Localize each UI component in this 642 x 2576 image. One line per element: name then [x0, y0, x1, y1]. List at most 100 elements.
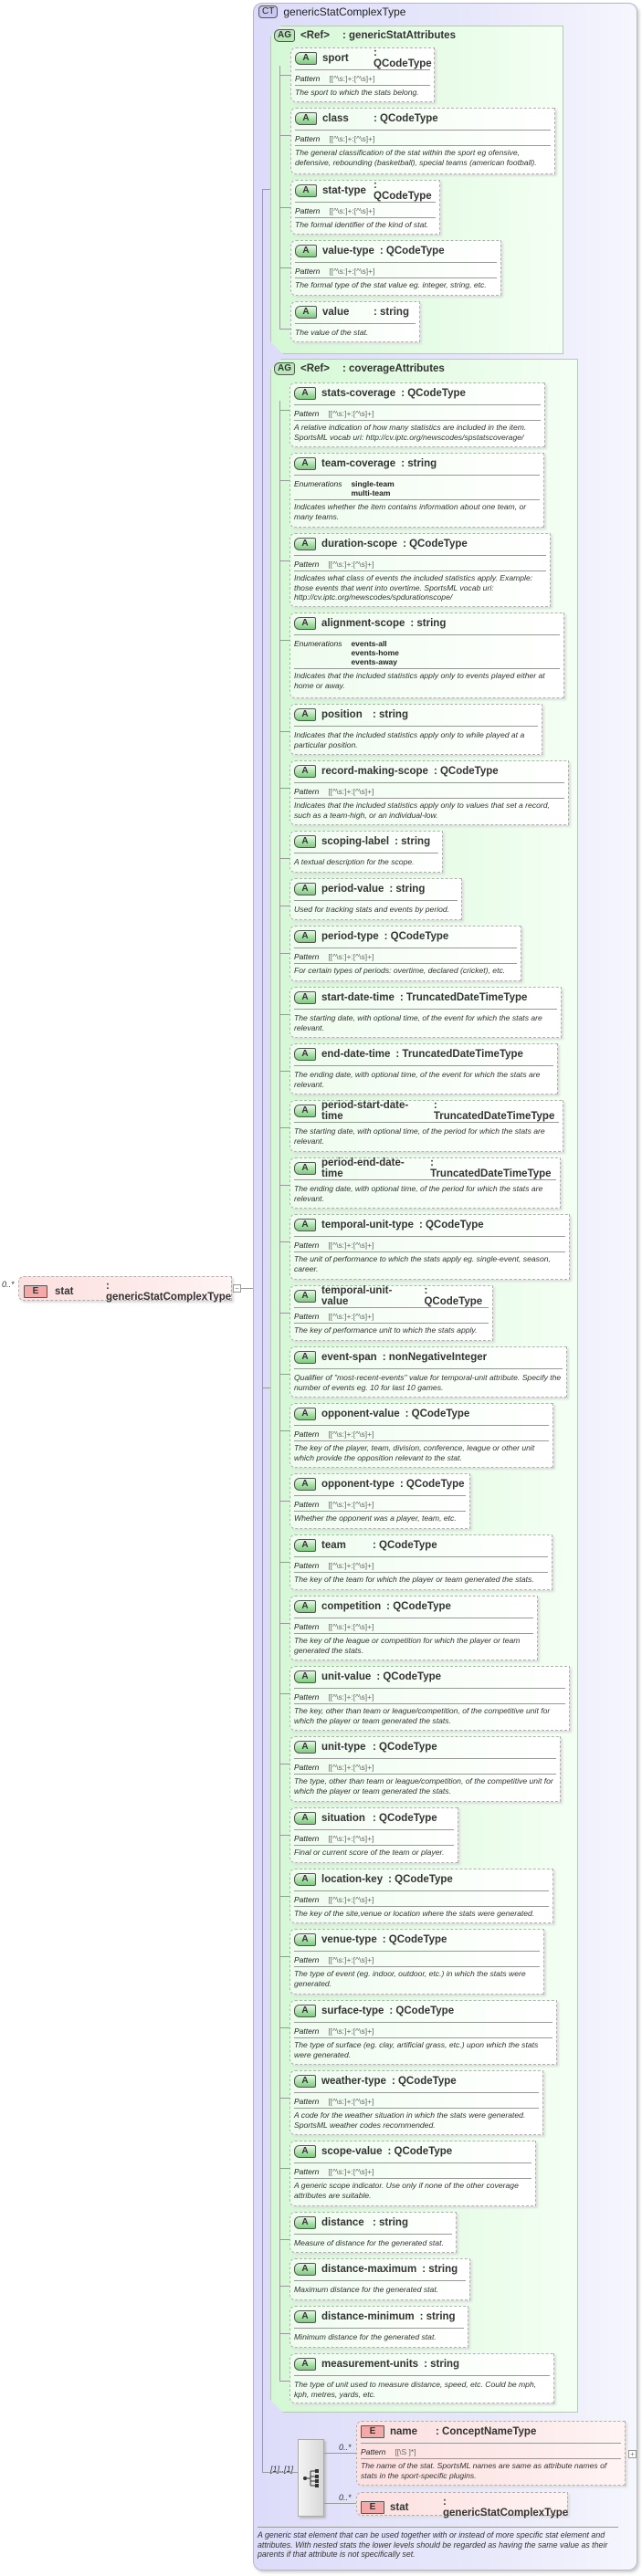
attribute-name: team [321, 1540, 346, 1551]
attribute-opponent-value[interactable]: Aopponent-value: QCodeType Pattern [[^\s:]… [289, 1403, 553, 1468]
attribute-header: Alocation-key: QCodeType [294, 1872, 549, 1891]
complex-type-header: CT genericStatComplexType [258, 5, 405, 18]
pattern-value: [[^\s:]+:[^\s]+] [329, 267, 375, 276]
attribute-header: Arecord-making-scope: QCodeType [294, 764, 564, 783]
attribute-temporal-unit-type[interactable]: Atemporal-unit-type: QCodeType Pattern [[^… [289, 1214, 570, 1280]
attribute-group-badge-icon: AG [274, 29, 295, 42]
attribute-surface-type[interactable]: Asurface-type: QCodeType Pattern [[^\s:]+:… [289, 2000, 557, 2065]
attribute-name: alignment-scope [321, 618, 405, 629]
pattern-label: Pattern [361, 2447, 386, 2456]
attribute-alignment-scope[interactable]: Aalignment-scope: string Enumerations even… [289, 613, 564, 698]
attribute-opponent-type[interactable]: Aopponent-type: QCodeType Pattern [[^\s:]+… [289, 1473, 470, 1529]
attribute-sport[interactable]: Asport: QCodeType Pattern [[^\s:]+:[^\s]+]… [290, 47, 435, 102]
attribute-header: Aperiod-value: string [294, 882, 458, 901]
pattern-label: Pattern [294, 2026, 320, 2036]
attribute-distance-maximum[interactable]: Adistance-maximum: string Maximum distanc… [289, 2258, 470, 2300]
connector-tick [279, 2239, 289, 2240]
attribute-position[interactable]: Aposition: string Indicates that the incl… [289, 704, 542, 755]
attribute-type: : TruncatedDateTimeType [430, 1157, 552, 1179]
attribute-team-coverage[interactable]: Ateam-coverage: string Enumerations single… [289, 453, 544, 528]
attribute-type: : string [374, 307, 409, 318]
attribute-name: team-coverage [321, 458, 396, 469]
attribute-weather-type[interactable]: Aweather-type: QCodeType Pattern [[^\s:]+:… [289, 2070, 543, 2135]
attribute-period-type[interactable]: Aperiod-type: QCodeType Pattern [[^\s:]+:[… [289, 926, 521, 981]
attribute-badge-icon: A [294, 538, 316, 550]
attribute-duration-scope[interactable]: Aduration-scope: QCodeType Pattern [[^\s:]… [289, 533, 551, 607]
attribute-type: : QCodeType [387, 2146, 453, 2157]
pattern-label: Pattern [294, 409, 320, 418]
attribute-period-end-date-time[interactable]: Aperiod-end-date-time: TruncatedDateTime… [289, 1157, 561, 1209]
child-element-name[interactable]: E name : ConceptNameType Pattern [[\S ]*]… [356, 2421, 626, 2486]
complex-type-description: A generic stat element that can be used … [258, 2527, 618, 2560]
attribute-header: Ateam-coverage: string [294, 456, 540, 476]
attribute-type: : string [419, 2311, 456, 2322]
connector-tick [279, 329, 290, 330]
attribute-header: Aopponent-value: QCodeType [294, 1407, 549, 1426]
attribute-name: event-span [321, 1352, 377, 1363]
attribute-scoping-label[interactable]: Ascoping-label: string A textual descript… [289, 831, 443, 873]
sequence-compositor[interactable] [298, 2439, 324, 2517]
attribute-header: Astart-date-time: TruncatedDateTimeType [294, 990, 557, 1010]
attribute-description: Measure of distance for the generated st… [294, 2238, 444, 2247]
attribute-unit-type[interactable]: Aunit-type: QCodeType Pattern [[^\s:]+:[^\… [289, 1736, 561, 1802]
enumerations-label: Enumerations [294, 639, 342, 648]
pattern-label: Pattern [294, 2167, 320, 2176]
attribute-stats-coverage[interactable]: Astats-coverage: QCodeType Pattern [[^\s:]… [289, 382, 545, 447]
pattern-row: Pattern [[^\s:]+:[^\s]+] [294, 1761, 556, 1775]
attribute-temporal-unit-value[interactable]: Atemporal-unit-value: QCodeType Pattern [[… [289, 1285, 493, 1341]
attribute-event-span[interactable]: Aevent-span: nonNegativeInteger Qualifier… [289, 1346, 567, 1398]
attribute-end-date-time[interactable]: Aend-date-time: TruncatedDateTimeType The… [289, 1043, 558, 1094]
connector-tick [279, 1956, 289, 1957]
attribute-venue-type[interactable]: Avenue-type: QCodeType Pattern [[^\s:]+:[^… [289, 1929, 544, 1995]
attribute-period-value[interactable]: Aperiod-value: string Used for tracking s… [289, 878, 462, 920]
enumeration-value: events-all [351, 639, 387, 648]
attribute-type: : QCodeType [384, 931, 449, 942]
attribute-measurement-units[interactable]: Ameasurement-units: string The type of un… [289, 2353, 554, 2403]
outer-stat-element[interactable]: E stat : genericStatComplexType [18, 1276, 232, 1303]
attribute-competition[interactable]: Acompetition: QCodeType Pattern [[^\s:]+:[… [289, 1596, 538, 1660]
attribute-distance[interactable]: Adistance: string Measure of distance for… [289, 2212, 457, 2253]
attribute-scope-value[interactable]: Ascope-value: QCodeType Pattern [[^\s:]+:[… [289, 2141, 536, 2206]
attribute-description: Indicates that the included statistics a… [294, 730, 525, 749]
attribute-start-date-time[interactable]: Astart-date-time: TruncatedDateTimeType T… [289, 987, 562, 1038]
attribute-period-start-date-time[interactable]: Aperiod-start-date-time: TruncatedDateTi… [289, 1100, 563, 1152]
attribute-situation[interactable]: Asituation: QCodeType Pattern [[^\s:]+:[^\… [289, 1807, 458, 1863]
pattern-label: Pattern [294, 1429, 320, 1439]
attribute-value[interactable]: Avalue: string The value of the stat. [290, 301, 420, 342]
attribute-description: The key of the site,venue or location wh… [294, 1909, 535, 1918]
attribute-distance-minimum[interactable]: Adistance-minimum: string Minimum distanc… [289, 2306, 468, 2348]
attribute-badge-icon: A [294, 1105, 316, 1117]
pattern-value: [[\S ]*] [395, 2447, 416, 2456]
attribute-team[interactable]: Ateam: QCodeType Pattern [[^\s:]+:[^\s]+] T… [289, 1534, 553, 1590]
attribute-header: Avalue: string [295, 305, 416, 324]
attribute-type: : QCodeType [374, 180, 432, 202]
attribute-unit-value[interactable]: Aunit-value: QCodeType Pattern [[^\s:]+:[^… [289, 1666, 570, 1731]
outer-element-cardinality: 0..* [2, 1280, 15, 1289]
connector-tick [279, 788, 289, 789]
attribute-record-making-scope[interactable]: Arecord-making-scope: QCodeType Pattern [[… [289, 760, 569, 825]
element-badge-icon: E [361, 2501, 384, 2514]
attribute-header: Avenue-type: QCodeType [294, 1932, 540, 1952]
attribute-description: The key of the player, team, division, c… [294, 1443, 535, 1462]
attribute-value-type[interactable]: Avalue-type: QCodeType Pattern [[^\s:]+:[^… [290, 240, 501, 296]
attribute-description: Minimum distance for the generated stat. [294, 2332, 437, 2341]
pattern-row: Pattern [[^\s:]+:[^\s]+] [295, 204, 436, 218]
connector-tick [279, 1562, 289, 1563]
collapse-toggle-icon[interactable]: − [233, 1284, 241, 1293]
child-element-stat[interactable]: E stat : genericStatComplexType [356, 2492, 568, 2518]
pattern-value: [[^\s:]+:[^\s]+] [328, 560, 374, 569]
connector-line [262, 2472, 298, 2473]
child-cardinality: 0..* [339, 2493, 352, 2502]
attribute-description: The type, other than team or league/comp… [294, 1776, 553, 1796]
attribute-name: scoping-label [321, 836, 390, 847]
connector-tick [279, 560, 289, 561]
connector-tick [279, 1693, 289, 1694]
attribute-class[interactable]: Aclass: QCodeType Pattern [[^\s:]+:[^\s]+]… [290, 108, 555, 174]
attribute-name: surface-type [321, 2005, 384, 2016]
attribute-stat-type[interactable]: Astat-type: QCodeType Pattern [[^\s:]+:[^\… [290, 180, 440, 235]
attribute-description: Indicates what class of events the inclu… [294, 573, 533, 602]
element-name: stat [390, 2502, 409, 2513]
pattern-row: Pattern [[^\s:]+:[^\s]+] [294, 1691, 565, 1704]
expand-toggle-icon[interactable]: + [628, 2450, 637, 2458]
attribute-location-key[interactable]: Alocation-key: QCodeType Pattern [[^\s:]+:… [289, 1869, 553, 1923]
